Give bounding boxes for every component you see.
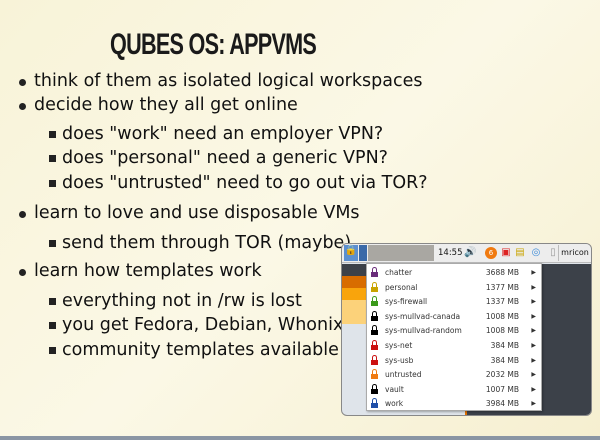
vm-name: untrusted	[385, 370, 422, 380]
vm-memory: 1007 MB	[485, 384, 519, 394]
lock-icon	[371, 267, 378, 277]
lock-icon	[371, 296, 378, 307]
bullet: decide how they all get online	[19, 95, 298, 115]
vm-memory: 1377 MB	[485, 282, 519, 292]
user-menu[interactable]: mricon	[558, 245, 591, 261]
slide-title: QUBES OS: APPVMS	[110, 28, 317, 61]
vm-menu-item[interactable]: sys-mullvad-random 1008 MB ▶	[367, 324, 541, 339]
vm-name: vault	[385, 384, 404, 394]
vm-menu-item[interactable]: vault 1007 MB ▶	[367, 383, 541, 398]
vm-menu-item[interactable]: sys-mullvad-canada 1008 MB ▶	[367, 310, 541, 325]
vm-menu-item[interactable]: untrusted 2032 MB ▶	[367, 368, 541, 383]
vm-menu-item[interactable]: chatter 3688 MB ▶	[367, 266, 541, 281]
lock-icon	[371, 383, 378, 394]
background-windows	[342, 264, 366, 415]
submenu-arrow-icon: ▶	[531, 356, 536, 364]
lock-icon	[371, 398, 378, 409]
submenu-arrow-icon: ▶	[531, 298, 536, 306]
vm-memory: 1008 MB	[485, 326, 519, 336]
volume-icon[interactable]: 🔊	[464, 247, 476, 259]
bullet: learn to love and use disposable VMs	[19, 203, 360, 223]
submenu-arrow-icon: ▶	[531, 371, 536, 379]
lock-icon	[371, 369, 378, 380]
vm-name: sys-net	[385, 340, 413, 350]
lock-icon	[371, 281, 378, 292]
qubes-domains-icon[interactable]: ◎	[530, 247, 542, 259]
vm-memory: 3688 MB	[485, 268, 519, 277]
vm-menu-item[interactable]: sys-usb 384 MB ▶	[367, 354, 541, 369]
clock: 14:55	[438, 248, 463, 258]
vm-name: sys-usb	[385, 355, 414, 365]
vm-menu-item[interactable]: work 3984 MB ▶	[367, 397, 541, 412]
devices-icon[interactable]: ▤	[514, 247, 526, 259]
submenu-arrow-icon: ▶	[531, 312, 536, 320]
vm-name: sys-mullvad-canada	[385, 311, 461, 321]
bullet: think of them as isolated logical worksp…	[18, 71, 423, 91]
domains-menu: chatter 3688 MB ▶ personal 1377 MB ▶ sys-firew…	[366, 263, 542, 411]
vm-name: sys-mullvad-random	[385, 326, 462, 336]
taskbar	[368, 245, 434, 261]
sub-bullet: does "untrusted" need to go out via TOR?	[49, 173, 428, 193]
vm-menu-item[interactable]: sys-firewall 1337 MB ▶	[367, 295, 541, 310]
network-icon[interactable]: ▣	[500, 247, 512, 259]
vm-name: work	[385, 399, 404, 409]
sub-bullet: does "personal" need a generic VPN?	[49, 148, 388, 168]
vm-memory: 1337 MB	[485, 297, 519, 307]
vm-memory: 1008 MB	[485, 311, 519, 321]
sub-bullet: does "work" need an employer VPN?	[48, 124, 384, 144]
vm-memory: 2032 MB	[485, 370, 519, 380]
submenu-arrow-icon: ▶	[531, 269, 536, 276]
vm-memory: 3984 MB	[485, 399, 519, 409]
qubes-screenshot: 🔒 14:55 🔊 6 ▣ ▤ ◎ ▯ mricon chatter 3688 M…	[341, 243, 592, 416]
sub-bullet: community templates available	[49, 340, 339, 360]
vm-name: chatter	[385, 268, 413, 277]
sub-bullet: send them through TOR (maybe)	[48, 233, 352, 253]
lock-icon	[371, 339, 378, 350]
lock-icon	[371, 354, 378, 365]
vm-menu-item[interactable]: personal 1377 MB ▶	[367, 281, 541, 296]
submenu-arrow-icon: ▶	[531, 385, 536, 393]
bottom-bar	[0, 436, 600, 440]
sub-bullet: everything not in /rw is lost	[49, 291, 302, 311]
submenu-arrow-icon: ▶	[531, 327, 536, 335]
vm-menu-item[interactable]: sys-net 384 MB ▶	[367, 339, 541, 354]
submenu-arrow-icon: ▶	[531, 341, 536, 349]
panel-bar: 🔒 14:55 🔊 6 ▣ ▤ ◎ ▯ mricon	[342, 244, 591, 263]
lock-icon	[371, 325, 378, 336]
sub-bullet: you get Fedora, Debian, Whonix	[48, 315, 344, 335]
submenu-arrow-icon: ▶	[531, 400, 536, 408]
vm-memory: 384 MB	[490, 355, 519, 365]
vm-name: sys-firewall	[385, 297, 428, 307]
vm-memory: 384 MB	[490, 340, 519, 350]
notification-badge[interactable]: 6	[485, 247, 497, 259]
submenu-arrow-icon: ▶	[531, 283, 536, 291]
bullet: learn how templates work	[19, 261, 262, 281]
workspace-switcher[interactable]	[359, 245, 367, 261]
vm-name: personal	[385, 282, 418, 292]
lock-icon	[371, 310, 378, 321]
qubes-menu-lock-icon[interactable]: 🔒	[344, 245, 358, 261]
